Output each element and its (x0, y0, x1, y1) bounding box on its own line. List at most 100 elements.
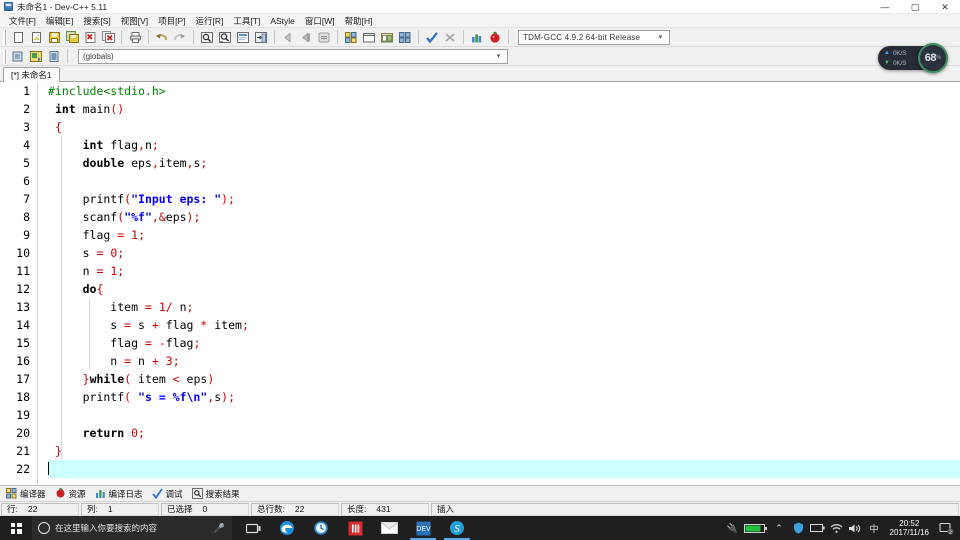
notifications-icon[interactable]: 2 (936, 516, 956, 540)
goto-function-icon[interactable] (46, 48, 62, 64)
edge-icon[interactable] (270, 516, 304, 540)
security-icon[interactable] (790, 516, 807, 540)
menu-project[interactable]: 项目[P] (153, 14, 190, 28)
new-file-icon[interactable] (10, 29, 26, 45)
panel-tab-search-results[interactable]: 搜索结果 (190, 486, 247, 501)
menu-help[interactable]: 帮助[H] (340, 14, 378, 28)
code-line[interactable]: printf( "s = %f\n",s); (48, 388, 960, 406)
taskbar-search[interactable]: 在这里输入你要搜索的内容 🎤 (32, 516, 232, 540)
window-tile-icon[interactable] (379, 29, 395, 45)
microphone-icon[interactable]: 🎤 (214, 523, 225, 534)
code-content[interactable]: #include<stdio.h> int main() { int flag,… (44, 82, 960, 485)
forward-icon[interactable] (298, 29, 314, 45)
insert-icon[interactable] (10, 48, 26, 64)
clock-app-icon[interactable] (304, 516, 338, 540)
menu-edit[interactable]: 编辑[E] (41, 14, 78, 28)
network-speed-widget[interactable]: ▲ 0K/S ▼ 0K/S 68 % (878, 43, 948, 73)
devcpp-taskbar-icon[interactable]: DEV (406, 516, 440, 540)
code-line[interactable]: { (48, 118, 960, 136)
editor-area[interactable]: 1 2 3 4 5 6 7 8 9 10 11 12 13 14 15 16 17 18 19 20 21 22 #inc… (0, 82, 960, 485)
replace-icon[interactable] (235, 29, 251, 45)
memory-gauge[interactable]: 68 % (918, 43, 948, 73)
skype-icon[interactable]: S (440, 516, 474, 540)
code-line[interactable]: double eps,item,s; (48, 154, 960, 172)
compiler-select[interactable]: TDM-GCC 4.9.2 64-bit Release ▾ (518, 29, 670, 45)
close-all-icon[interactable] (100, 29, 116, 45)
run-icon[interactable] (469, 29, 485, 45)
find-next-icon[interactable] (217, 29, 233, 45)
ime-indicator[interactable]: 中 (866, 516, 883, 540)
chevron-up-icon[interactable]: ⌃ (771, 516, 788, 540)
menu-run[interactable]: 运行[R] (191, 14, 229, 28)
code-line[interactable]: int flag,n; (48, 136, 960, 154)
panel-tab-compiler[interactable]: 编译器 (4, 486, 53, 501)
title-bar[interactable]: 未命名1 - Dev-C++ 5.11 — ▢ ✕ (0, 0, 960, 14)
back-icon[interactable] (280, 29, 296, 45)
minimize-button[interactable]: — (870, 0, 900, 14)
code-line[interactable] (48, 406, 960, 424)
close-file-icon[interactable] (82, 29, 98, 45)
toggle-breakpoint-icon[interactable] (316, 29, 332, 45)
code-line[interactable]: } (48, 442, 960, 460)
upload-speed: 0K/S (892, 49, 907, 57)
code-line[interactable] (48, 460, 960, 478)
panel-tab-debug[interactable]: 调试 (150, 486, 190, 501)
undo-icon[interactable] (154, 29, 170, 45)
goto-line-icon[interactable] (253, 29, 269, 45)
fold-bar[interactable] (33, 82, 44, 485)
code-line[interactable]: s = s + flag * item; (48, 316, 960, 334)
code-line[interactable]: int main() (48, 100, 960, 118)
menu-tools[interactable]: 工具[T] (228, 14, 265, 28)
code-line[interactable]: scanf("%f",&eps); (48, 208, 960, 226)
menu-file[interactable]: 文件[F] (4, 14, 41, 28)
code-token: = (144, 336, 152, 350)
code-line[interactable]: flag = -flag; (48, 334, 960, 352)
window-cascade-icon[interactable] (397, 29, 413, 45)
find-icon[interactable] (199, 29, 215, 45)
toggle-icon[interactable] (28, 48, 44, 64)
task-view-icon[interactable] (236, 516, 270, 540)
mail-icon[interactable] (372, 516, 406, 540)
taskbar-clock[interactable]: 20:52 2017/11/16 (885, 519, 934, 538)
toolbar-grip[interactable] (3, 29, 7, 45)
code-line[interactable]: }while( item < eps) (48, 370, 960, 388)
panel-tab-log[interactable]: 编译日志 (93, 486, 150, 501)
red-app-icon[interactable] (338, 516, 372, 540)
menu-window[interactable]: 窗口[W] (300, 14, 340, 28)
code-line[interactable]: s = 0; (48, 244, 960, 262)
save-all-icon[interactable] (64, 29, 80, 45)
code-line[interactable]: printf("Input eps: "); (48, 190, 960, 208)
code-line[interactable]: do{ (48, 280, 960, 298)
close-button[interactable]: ✕ (930, 0, 960, 14)
code-line[interactable]: return 0; (48, 424, 960, 442)
redo-icon[interactable] (172, 29, 188, 45)
open-file-icon[interactable] (28, 29, 44, 45)
project-manager-icon[interactable] (343, 29, 359, 45)
compile-icon[interactable] (424, 29, 440, 45)
wifi-icon[interactable] (828, 516, 845, 540)
start-button[interactable] (0, 516, 32, 540)
code-line[interactable]: n = 1; (48, 262, 960, 280)
volume-icon[interactable] (847, 516, 864, 540)
menu-astyle[interactable]: AStyle (265, 14, 300, 28)
plug-icon[interactable]: 🔌 (724, 516, 741, 540)
code-line[interactable]: flag = 1; (48, 226, 960, 244)
save-file-icon[interactable] (46, 29, 62, 45)
scope-select[interactable]: (globals) ▾ (78, 48, 508, 64)
menu-view[interactable]: 视图[V] (116, 14, 153, 28)
maximize-button[interactable]: ▢ (900, 0, 930, 14)
code-line[interactable]: item = 1/ n; (48, 298, 960, 316)
code-line[interactable]: n = n + 3; (48, 352, 960, 370)
abort-icon[interactable] (442, 29, 458, 45)
code-line[interactable]: #include<stdio.h> (48, 82, 960, 100)
code-line[interactable] (48, 172, 960, 190)
battery-status-icon[interactable] (743, 516, 769, 540)
toolbar-grip-2[interactable] (3, 48, 7, 64)
battery-icon[interactable] (809, 516, 826, 540)
compile-run-icon[interactable] (487, 29, 503, 45)
panel-tab-resource[interactable]: 资源 (53, 486, 93, 501)
print-icon[interactable] (127, 29, 143, 45)
tab-untitled1[interactable]: [*] 未命名1 (3, 67, 60, 82)
menu-search[interactable]: 搜索[S] (78, 14, 115, 28)
window-icon[interactable] (361, 29, 377, 45)
